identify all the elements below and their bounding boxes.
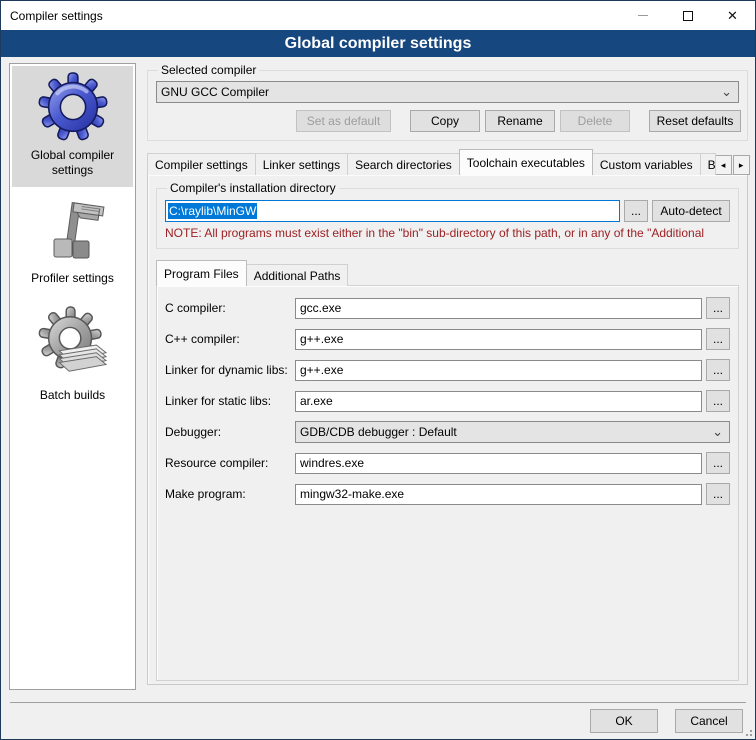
- debugger-value: GDB/CDB debugger : Default: [300, 425, 457, 439]
- dynamic-linker-browse-button[interactable]: ...: [706, 359, 730, 381]
- selected-compiler-group: Selected compiler GNU GCC Compiler ⌄ Set…: [147, 63, 748, 141]
- sidebar-item-label: Batch builds: [10, 388, 135, 403]
- dynamic-linker-row: Linker for dynamic libs: g++.exe ...: [165, 359, 730, 381]
- installation-note: NOTE: All programs must exist either in …: [165, 226, 730, 240]
- chevron-down-icon: ⌄: [721, 87, 732, 97]
- c-compiler-value: gcc.exe: [300, 301, 341, 315]
- resource-compiler-row: Resource compiler: windres.exe ...: [165, 452, 730, 474]
- sidebar-item-batch-builds[interactable]: Batch builds: [10, 286, 135, 403]
- dialog-body: Global compiler settings: [1, 57, 755, 702]
- installation-directory-input[interactable]: C:\raylib\MinGW: [165, 200, 620, 222]
- make-program-row: Make program: mingw32-make.exe ...: [165, 483, 730, 505]
- dialog-footer: OK Cancel: [590, 709, 743, 733]
- reset-defaults-button[interactable]: Reset defaults: [649, 110, 741, 132]
- minimize-icon: [638, 15, 648, 16]
- c-compiler-browse-button[interactable]: ...: [706, 297, 730, 319]
- static-linker-browse-button[interactable]: ...: [706, 390, 730, 412]
- cpp-compiler-label: C++ compiler:: [165, 332, 295, 346]
- delete-button[interactable]: Delete: [560, 110, 630, 132]
- sidebar-item-label: Profiler settings: [10, 271, 135, 286]
- make-program-value: mingw32-make.exe: [300, 487, 404, 501]
- dynamic-linker-input[interactable]: g++.exe: [295, 360, 702, 381]
- make-program-browse-button[interactable]: ...: [706, 483, 730, 505]
- programs-subtabstrip: Program Files Additional Paths: [156, 261, 739, 286]
- c-compiler-label: C compiler:: [165, 301, 295, 315]
- debugger-row: Debugger: GDB/CDB debugger : Default ⌄: [165, 421, 730, 443]
- close-icon: ✕: [727, 9, 738, 22]
- static-linker-row: Linker for static libs: ar.exe ...: [165, 390, 730, 412]
- ok-button[interactable]: OK: [590, 709, 658, 733]
- footer-divider: [10, 702, 746, 703]
- compiler-select[interactable]: GNU GCC Compiler ⌄: [156, 81, 739, 103]
- c-compiler-input[interactable]: gcc.exe: [295, 298, 702, 319]
- installation-directory-value: C:\raylib\MinGW: [168, 203, 257, 219]
- compiler-actions: Set as default Copy Rename Delete Reset …: [154, 110, 741, 134]
- dynamic-linker-label: Linker for dynamic libs:: [165, 363, 295, 377]
- window-title: Compiler settings: [10, 9, 103, 23]
- compiler-select-value: GNU GCC Compiler: [161, 85, 269, 99]
- installation-directory-browse-button[interactable]: ...: [624, 200, 648, 222]
- auto-detect-button[interactable]: Auto-detect: [652, 200, 730, 222]
- tab-scroll-left-button[interactable]: ◂: [715, 155, 732, 175]
- cancel-button[interactable]: Cancel: [675, 709, 743, 733]
- resource-compiler-label: Resource compiler:: [165, 456, 295, 470]
- tab-compiler-settings[interactable]: Compiler settings: [147, 153, 256, 175]
- sidebar-item-global-compiler-settings[interactable]: Global compiler settings: [12, 66, 133, 187]
- make-program-input[interactable]: mingw32-make.exe: [295, 484, 702, 505]
- gray-gear-stack-icon: [10, 306, 135, 386]
- compiler-settings-window: Compiler settings ✕ Global compiler sett…: [0, 0, 756, 740]
- minimize-button[interactable]: [620, 1, 665, 30]
- cpp-compiler-row: C++ compiler: g++.exe ...: [165, 328, 730, 350]
- tab-toolchain-executables[interactable]: Toolchain executables: [459, 149, 593, 175]
- copy-button[interactable]: Copy: [410, 110, 480, 132]
- resize-grip[interactable]: [744, 728, 752, 736]
- set-as-default-button[interactable]: Set as default: [296, 110, 391, 132]
- resource-compiler-input[interactable]: windres.exe: [295, 453, 702, 474]
- cpp-compiler-input[interactable]: g++.exe: [295, 329, 702, 350]
- subtab-program-files[interactable]: Program Files: [156, 260, 247, 286]
- static-linker-value: ar.exe: [300, 394, 333, 408]
- maximize-button[interactable]: [665, 1, 710, 30]
- debugger-label: Debugger:: [165, 425, 295, 439]
- toolchain-executables-panel: Compiler's installation directory C:\ray…: [147, 174, 748, 685]
- cpp-compiler-browse-button[interactable]: ...: [706, 328, 730, 350]
- tab-scroll-buttons: ◂ ▸: [715, 155, 750, 175]
- resource-compiler-value: windres.exe: [300, 456, 364, 470]
- arrow-right-icon: ▸: [739, 160, 744, 171]
- static-linker-label: Linker for static libs:: [165, 394, 295, 408]
- resource-compiler-browse-button[interactable]: ...: [706, 452, 730, 474]
- caliper-icon: [10, 201, 135, 269]
- sidebar-item-profiler-settings[interactable]: Profiler settings: [10, 189, 135, 286]
- selected-compiler-group-label: Selected compiler: [158, 63, 259, 77]
- rename-button[interactable]: Rename: [485, 110, 555, 132]
- make-program-label: Make program:: [165, 487, 295, 501]
- main-panel: Selected compiler GNU GCC Compiler ⌄ Set…: [147, 63, 748, 685]
- titlebar: Compiler settings ✕: [1, 1, 755, 30]
- static-linker-input[interactable]: ar.exe: [295, 391, 702, 412]
- installation-directory-group-label: Compiler's installation directory: [167, 181, 339, 195]
- c-compiler-row: C compiler: gcc.exe ...: [165, 297, 730, 319]
- settings-tabstrip: Compiler settings Linker settings Search…: [147, 149, 748, 175]
- arrow-left-icon: ◂: [721, 160, 726, 171]
- debugger-select[interactable]: GDB/CDB debugger : Default ⌄: [295, 421, 730, 443]
- page-title: Global compiler settings: [1, 30, 755, 57]
- dynamic-linker-value: g++.exe: [300, 363, 343, 377]
- installation-directory-row: C:\raylib\MinGW ... Auto-detect: [165, 200, 730, 222]
- tab-scroll-right-button[interactable]: ▸: [733, 155, 750, 175]
- cpp-compiler-value: g++.exe: [300, 332, 343, 346]
- program-files-panel: C compiler: gcc.exe ... C++ compiler: g+…: [156, 285, 739, 681]
- settings-category-list: Global compiler settings: [9, 63, 136, 690]
- chevron-down-icon: ⌄: [712, 427, 723, 437]
- tab-search-directories[interactable]: Search directories: [347, 153, 460, 175]
- close-button[interactable]: ✕: [710, 1, 755, 30]
- subtab-additional-paths[interactable]: Additional Paths: [246, 264, 349, 286]
- installation-directory-group: Compiler's installation directory C:\ray…: [156, 181, 739, 249]
- maximize-icon: [683, 11, 693, 21]
- tab-build-options[interactable]: Builc: [700, 153, 716, 175]
- tab-custom-variables[interactable]: Custom variables: [592, 153, 701, 175]
- blue-gear-icon: [14, 72, 131, 146]
- caption-buttons: ✕: [620, 1, 755, 30]
- tab-linker-settings[interactable]: Linker settings: [255, 153, 348, 175]
- sidebar-item-label: Global compiler settings: [14, 148, 131, 178]
